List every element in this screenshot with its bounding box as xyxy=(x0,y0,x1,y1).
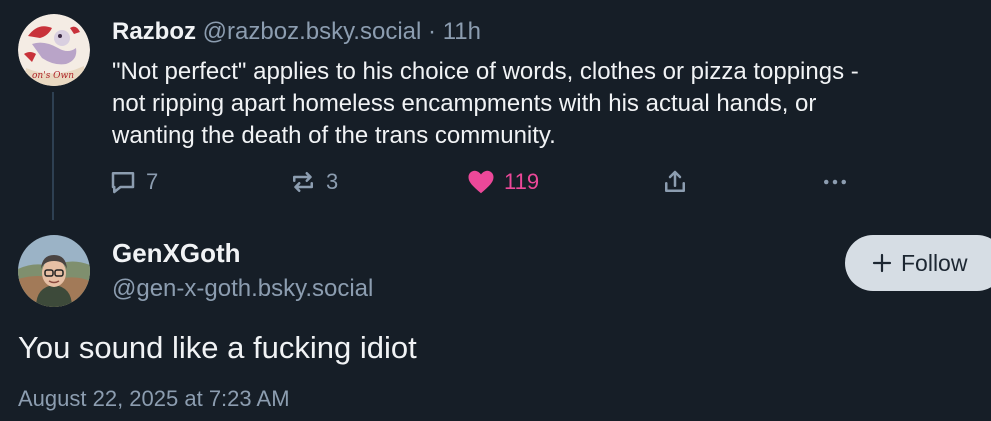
thread-connector-line xyxy=(52,92,54,220)
avatar-razboz-image: on's Own xyxy=(18,14,90,86)
heart-icon xyxy=(468,170,494,194)
plus-icon xyxy=(872,253,892,273)
reply-button[interactable]: 7 xyxy=(108,166,158,198)
svg-text:on's Own: on's Own xyxy=(32,71,74,81)
avatar-genxgoth-image xyxy=(18,235,90,307)
post-handle[interactable]: @gen-x-goth.bsky.social xyxy=(112,273,373,305)
reply-handle[interactable]: @razboz.bsky.social xyxy=(203,18,422,45)
repost-icon xyxy=(293,172,313,192)
reply-header: Razboz @razboz.bsky.social · 11h xyxy=(112,16,481,48)
reply-separator: · xyxy=(428,18,437,45)
more-icon xyxy=(824,179,846,185)
avatar-genxgoth[interactable] xyxy=(18,235,90,307)
post-text: You sound like a fucking idiot xyxy=(18,330,417,365)
avatar-razboz[interactable]: on's Own xyxy=(18,14,90,86)
post-display-name[interactable]: GenXGoth xyxy=(112,236,241,270)
reply-display-name[interactable]: Razboz xyxy=(112,18,196,45)
comment-icon xyxy=(111,172,135,194)
reply-text: "Not perfect" applies to his choice of w… xyxy=(112,56,982,152)
share-button[interactable] xyxy=(660,166,690,198)
repost-count: 3 xyxy=(326,169,339,194)
reply-text-line: not ripping apart homeless encampments w… xyxy=(112,90,817,117)
reply-action-bar: 7 3 119 xyxy=(108,166,858,198)
share-icon xyxy=(665,170,685,192)
like-count: 119 xyxy=(504,169,540,194)
post-timestamp[interactable]: August 22, 2025 at 7:23 AM xyxy=(18,384,290,414)
reply-count: 7 xyxy=(146,169,159,194)
thread-view: on's Own Razboz @razboz.bsky.social · 11… xyxy=(0,0,991,421)
repost-button[interactable]: 3 xyxy=(288,166,338,198)
reply-time-ago[interactable]: 11h xyxy=(443,18,481,45)
reply-text-line: wanting the death of the trans community… xyxy=(112,122,556,149)
follow-button[interactable]: Follow xyxy=(845,235,991,291)
reply-text-line: "Not perfect" applies to his choice of w… xyxy=(112,58,859,85)
follow-button-label: Follow xyxy=(901,249,968,276)
like-button[interactable]: 119 xyxy=(466,166,539,198)
more-options-button[interactable] xyxy=(820,166,850,198)
